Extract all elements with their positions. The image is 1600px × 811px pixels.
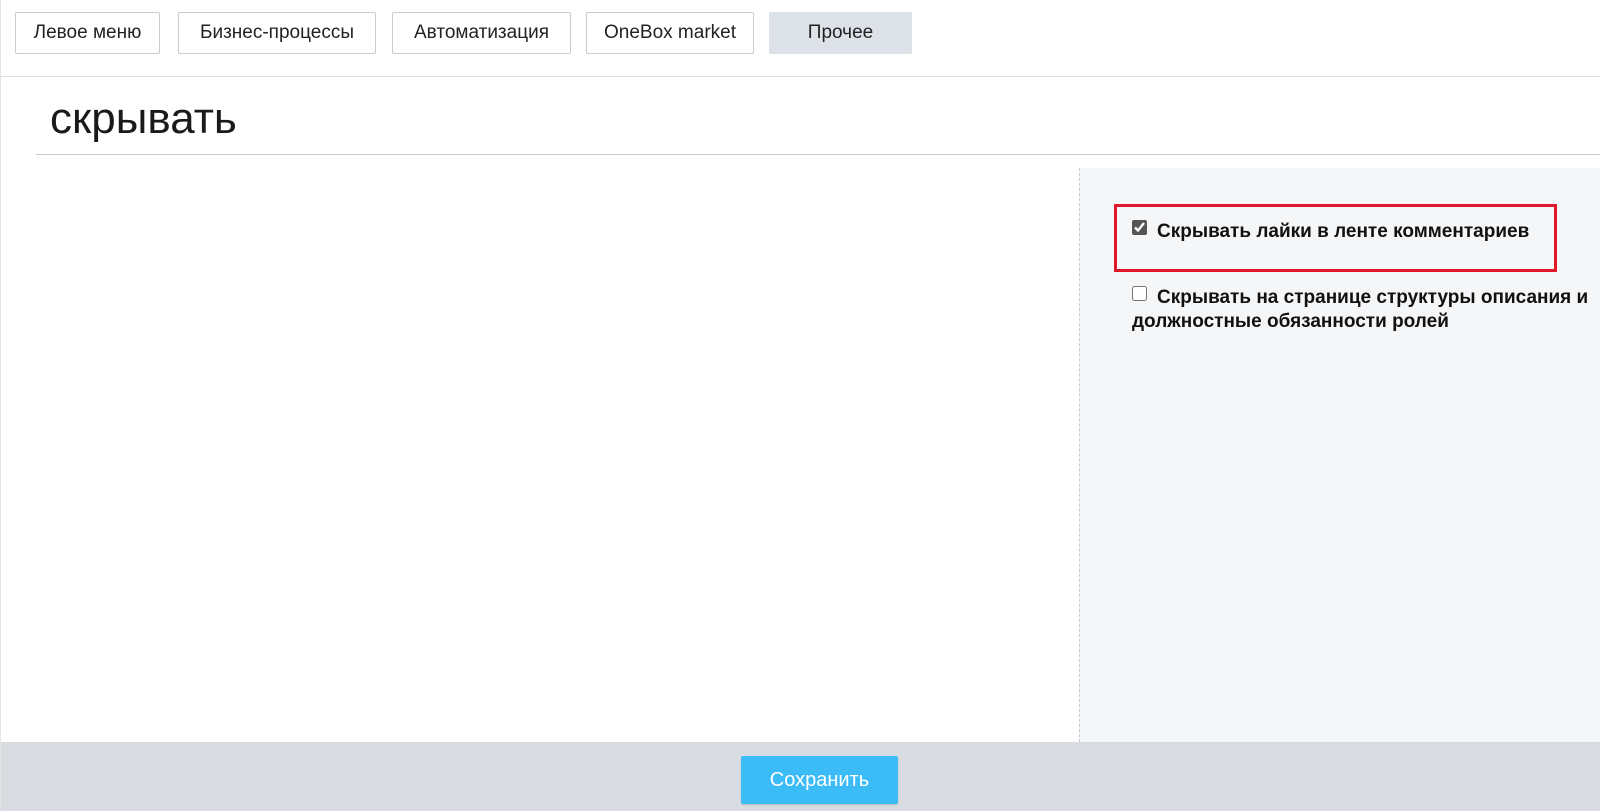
hide-likes-label: Скрывать лайки в ленте комментариев bbox=[1157, 221, 1530, 242]
results-area bbox=[1, 168, 1079, 742]
search-field-wrapper bbox=[36, 85, 1600, 155]
hide-structure-descriptions-checkbox[interactable] bbox=[1132, 286, 1147, 301]
tab-onebox-market[interactable]: OneBox market bbox=[586, 12, 754, 54]
tab-business-processes[interactable]: Бизнес-процессы bbox=[178, 12, 376, 54]
option-hide-structure-descriptions[interactable]: Скрывать на странице структуры описания … bbox=[1132, 286, 1597, 334]
settings-page: Левое меню Бизнес-процессы Автоматизация… bbox=[0, 0, 1600, 811]
search-input[interactable] bbox=[36, 85, 1600, 153]
hide-likes-checkbox[interactable] bbox=[1132, 220, 1147, 235]
tab-left-menu[interactable]: Левое меню bbox=[15, 12, 160, 54]
option-hide-likes[interactable]: Скрывать лайки в ленте комментариев bbox=[1132, 220, 1597, 244]
hide-structure-descriptions-label: Скрывать на странице структуры описания … bbox=[1132, 287, 1589, 332]
tab-other[interactable]: Прочее bbox=[769, 12, 912, 54]
tab-automation[interactable]: Автоматизация bbox=[392, 12, 571, 54]
footer-bar: Сохранить bbox=[1, 742, 1600, 811]
tabs-bar: Левое меню Бизнес-процессы Автоматизация… bbox=[1, 0, 1600, 77]
save-button[interactable]: Сохранить bbox=[741, 756, 898, 804]
settings-panel: Скрывать лайки в ленте комментариев Скры… bbox=[1079, 168, 1600, 742]
